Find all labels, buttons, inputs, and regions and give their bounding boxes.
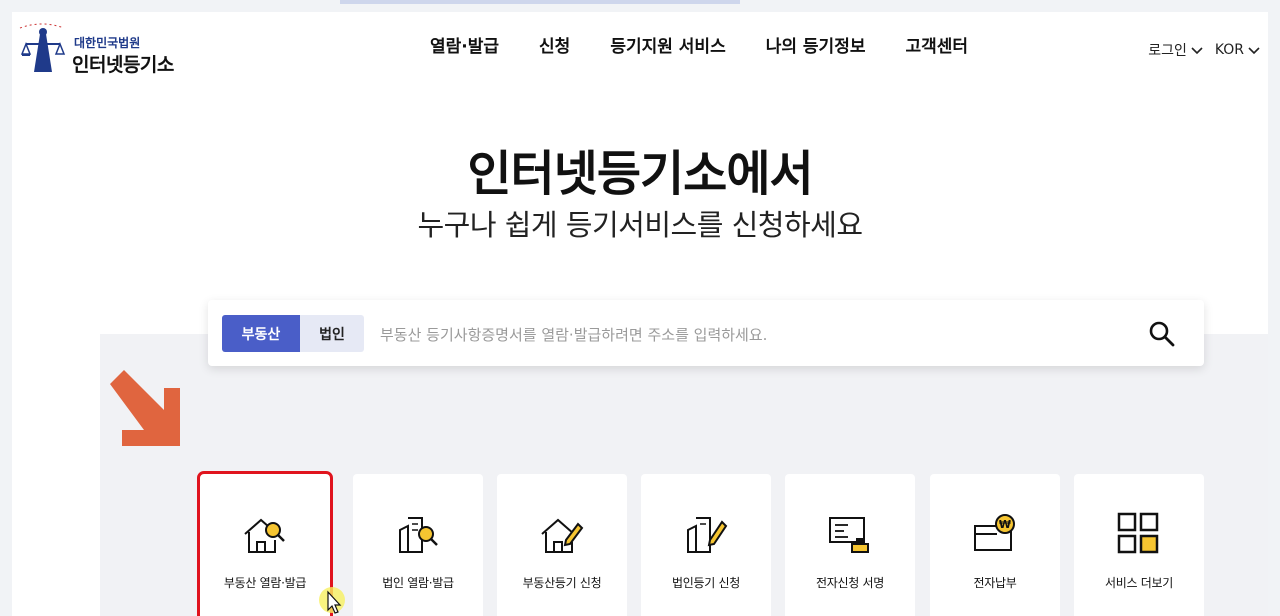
card-label: 전자납부 <box>973 576 1017 590</box>
nav-customer-center[interactable]: 고객센터 <box>905 32 968 57</box>
card-label: 법인등기 신청 <box>672 576 740 590</box>
login-label: 로그인 <box>1148 43 1187 59</box>
card-won-icon: ₩ <box>974 514 1015 551</box>
nav-my-registry[interactable]: 나의 등기정보 <box>766 32 866 57</box>
grid-icon <box>1117 512 1159 554</box>
nav-apply[interactable]: 신청 <box>539 32 570 57</box>
svg-text:₩: ₩ <box>999 518 1011 531</box>
search-icon[interactable] <box>1148 320 1176 348</box>
chevron-down-icon <box>1191 47 1203 55</box>
page: 대한민국법원 인터넷등기소 열람·발급 신청 등기지원 서비스 나의 등기정보 … <box>12 12 1268 616</box>
site-logo[interactable]: 대한민국법원 인터넷등기소 <box>12 20 202 76</box>
annotation-arrow-icon <box>110 370 180 446</box>
tab-corporation[interactable]: 법인 <box>300 315 364 352</box>
hero-subtitle: 누구나 쉽게 등기서비스를 신청하세요 <box>417 208 863 242</box>
main-nav: 열람·발급 신청 등기지원 서비스 나의 등기정보 고객센터 <box>430 32 1008 57</box>
card-label: 부동산등기 신청 <box>522 576 602 590</box>
card-label: 부동산 열람·발급 <box>223 576 307 590</box>
card-label: 서비스 더보기 <box>1105 576 1173 590</box>
court-emblem-icon <box>19 23 66 72</box>
card-e-signature[interactable]: 전자신청 서명 <box>785 474 915 616</box>
house-pen-icon <box>541 518 584 553</box>
stamp-document-icon <box>829 517 869 553</box>
card-real-estate-apply[interactable]: 부동산등기 신청 <box>497 474 627 616</box>
house-search-icon <box>244 518 285 553</box>
card-real-estate-view[interactable]: 부동산 열람·발급 <box>197 471 333 616</box>
mouse-cursor-icon <box>319 587 345 614</box>
hero-title: 인터넷등기소에서 <box>467 146 813 202</box>
nav-support-service[interactable]: 등기지원 서비스 <box>610 32 725 57</box>
language-dropdown[interactable]: KOR <box>1215 42 1260 58</box>
utility-menu: 로그인 KOR <box>1136 40 1260 60</box>
card-e-payment[interactable]: ₩ 전자납부 <box>930 474 1060 616</box>
card-corporation-apply[interactable]: 법인등기 신청 <box>641 474 771 616</box>
address-search-input[interactable] <box>378 315 1122 354</box>
top-strip <box>0 0 1280 12</box>
logo-subtitle: 대한민국법원 <box>74 36 141 50</box>
card-label: 전자신청 서명 <box>816 576 884 590</box>
language-label: KOR <box>1214 42 1244 58</box>
card-corporation-view[interactable]: 법인 열람·발급 <box>353 474 483 616</box>
chevron-down-icon <box>1248 47 1260 55</box>
tab-real-estate[interactable]: 부동산 <box>222 315 300 352</box>
search-box: 부동산 법인 <box>208 300 1204 366</box>
nav-view-issue[interactable]: 열람·발급 <box>430 32 499 57</box>
building-search-icon <box>399 517 438 553</box>
logo-title: 인터넷등기소 <box>72 54 174 76</box>
login-dropdown[interactable]: 로그인 <box>1148 40 1203 60</box>
card-label: 법인 열람·발급 <box>382 576 454 590</box>
card-more-services[interactable]: 서비스 더보기 <box>1074 474 1204 616</box>
blurred-strip <box>340 0 740 4</box>
building-pen-icon <box>687 517 728 553</box>
